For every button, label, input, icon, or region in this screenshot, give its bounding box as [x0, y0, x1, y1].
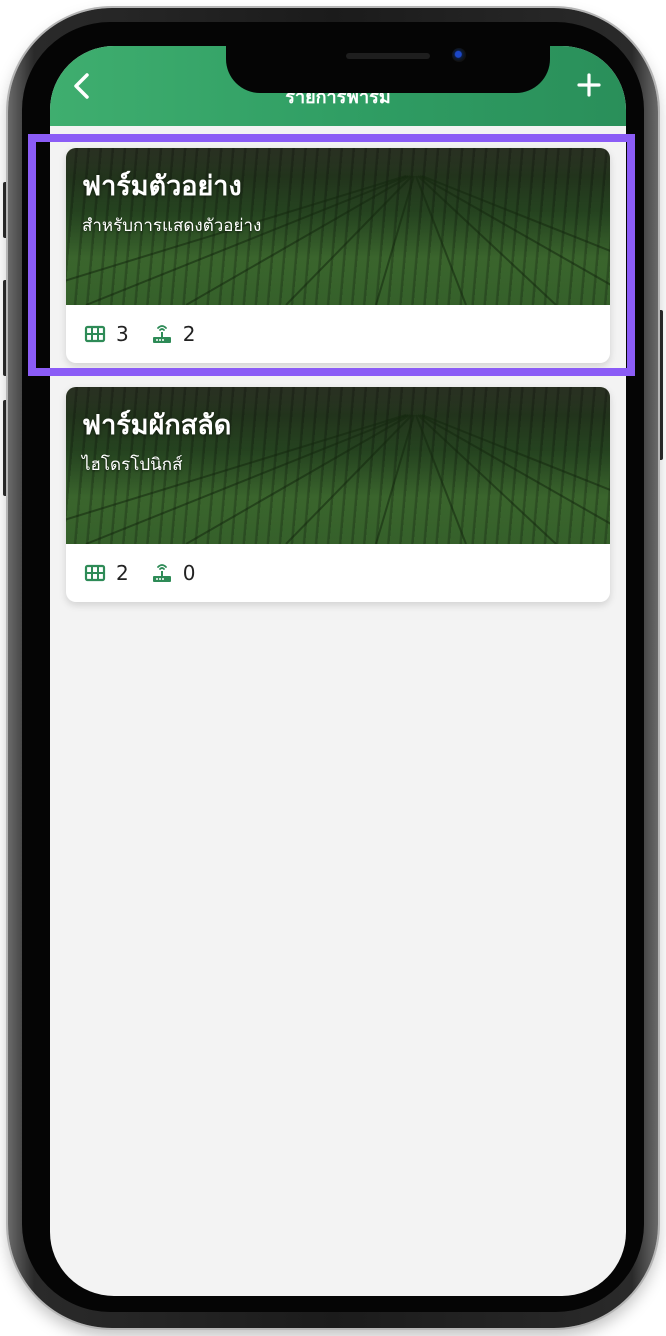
- zone-count-value: 2: [116, 561, 129, 585]
- farm-name: ฟาร์มตัวอย่าง: [82, 171, 242, 202]
- plus-icon: [577, 73, 601, 97]
- grid-icon: [84, 325, 106, 343]
- farm-cover-image: ฟาร์มผักสลัด ไฮโดรโปนิกส์: [66, 387, 610, 544]
- front-camera: [452, 48, 466, 62]
- zone-count: 3: [84, 322, 129, 346]
- farm-stats: 3 2: [66, 305, 610, 363]
- farm-stats: 2 0: [66, 544, 610, 602]
- zone-count: 2: [84, 561, 129, 585]
- device-count: 0: [151, 561, 196, 585]
- power-button: [658, 310, 663, 460]
- notch: [226, 46, 550, 93]
- speaker-grille: [346, 53, 430, 59]
- farm-description: ไฮโดรโปนิกส์: [82, 455, 183, 475]
- router-icon: [152, 564, 171, 582]
- farm-name: ฟาร์มผักสลัด: [82, 410, 232, 441]
- app-screen: รายการฟาร์ม ฟาร์มตัวอย่าง สำหรับการแสดงต…: [50, 46, 626, 1296]
- farm-card[interactable]: ฟาร์มตัวอย่าง สำหรับการแสดงตัวอย่าง 3 2: [66, 148, 610, 363]
- zone-count-value: 3: [116, 322, 129, 346]
- add-farm-button[interactable]: [574, 70, 604, 100]
- device-count-value: 2: [182, 322, 196, 346]
- router-icon: [152, 325, 171, 343]
- farm-description: สำหรับการแสดงตัวอย่าง: [82, 216, 262, 236]
- device-count-value: 0: [182, 561, 196, 585]
- device-count: 2: [151, 322, 196, 346]
- grid-icon: [84, 564, 106, 582]
- farm-card[interactable]: ฟาร์มผักสลัด ไฮโดรโปนิกส์ 2 0: [66, 387, 610, 602]
- farm-cover-image: ฟาร์มตัวอย่าง สำหรับการแสดงตัวอย่าง: [66, 148, 610, 305]
- device-mockup: รายการฟาร์ม ฟาร์มตัวอย่าง สำหรับการแสดงต…: [0, 0, 666, 1336]
